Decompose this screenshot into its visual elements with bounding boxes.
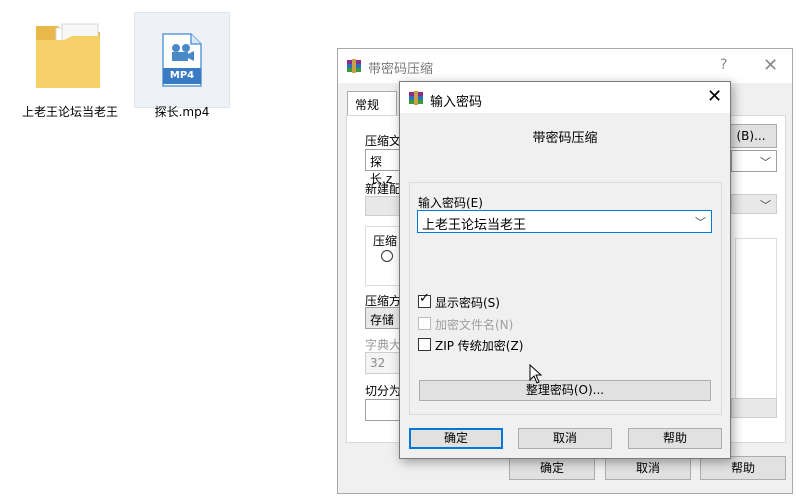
password-value: 上老王论坛当老王 bbox=[422, 218, 527, 233]
password-dialog-header: 带密码压缩 bbox=[532, 131, 598, 146]
help-icon[interactable]: ? bbox=[720, 57, 727, 73]
bottom-right-button[interactable] bbox=[731, 398, 777, 418]
close-icon[interactable]: ✕ bbox=[763, 55, 778, 76]
archive-dialog-titlebar[interactable]: 带密码压缩 ? ✕ bbox=[338, 49, 792, 83]
tab-general[interactable]: 常规 bbox=[347, 91, 397, 116]
split-label: 切分为 bbox=[365, 384, 402, 398]
checkbox-box bbox=[418, 317, 431, 330]
password-dialog-titlebar[interactable]: 输入密码 ✕ bbox=[400, 82, 730, 113]
new-profile-label: 新建配 bbox=[365, 182, 402, 196]
archive-name-label: 压缩文 bbox=[365, 134, 402, 148]
chevron-down-icon[interactable]: ﹀ bbox=[695, 214, 706, 230]
password-dialog: 输入密码 ✕ 带密码压缩 输入密码(E) 上老王论坛当老王 ﹀ ✓ 显示密码(S… bbox=[399, 81, 731, 459]
organize-passwords-button[interactable]: 整理密码(O)... bbox=[419, 380, 711, 401]
archive-cancel-button[interactable]: 取消 bbox=[605, 456, 691, 480]
close-icon[interactable]: ✕ bbox=[707, 86, 722, 107]
desktop-folder-item[interactable]: 上老王论坛当老王 bbox=[22, 14, 118, 120]
chevron-down-icon: ﹀ bbox=[760, 199, 771, 212]
file-label: 探长.mp4 bbox=[154, 105, 210, 119]
password-dialog-title: 输入密码 bbox=[430, 95, 483, 110]
encrypt-filenames-label: 加密文件名(N) bbox=[435, 318, 514, 332]
mouse-cursor-icon bbox=[529, 364, 543, 384]
winrar-icon bbox=[347, 59, 361, 73]
folder-label: 上老王论坛当老王 bbox=[22, 105, 119, 119]
zip-legacy-label: ZIP 传统加密(Z) bbox=[435, 339, 524, 353]
archive-ok-button[interactable]: 确定 bbox=[509, 456, 595, 480]
ok-button[interactable]: 确定 bbox=[409, 428, 503, 449]
archive-help-button[interactable]: 帮助 bbox=[700, 456, 786, 480]
help-button[interactable]: 帮助 bbox=[628, 428, 722, 449]
password-label: 输入密码(E) bbox=[418, 196, 483, 210]
cancel-button[interactable]: 取消 bbox=[518, 428, 612, 449]
show-password-label: 显示密码(S) bbox=[435, 296, 500, 310]
chevron-down-icon: ﹀ bbox=[760, 156, 771, 169]
dict-label: 字典大 bbox=[365, 338, 402, 352]
file-type-badge: MP4 bbox=[169, 70, 195, 81]
archive-name-combo[interactable]: ﹀ bbox=[731, 150, 777, 172]
browse-button[interactable]: (B)... bbox=[725, 124, 777, 148]
options-group bbox=[735, 238, 777, 408]
password-input[interactable]: 上老王论坛当老王 ﹀ bbox=[417, 210, 712, 233]
folder-icon bbox=[36, 23, 100, 88]
profile-combo-right[interactable]: ﹀ bbox=[731, 194, 777, 214]
format-radio[interactable] bbox=[381, 250, 393, 262]
format-label: 压缩 bbox=[373, 234, 398, 248]
archive-dialog-title: 带密码压缩 bbox=[368, 62, 434, 77]
checkbox-box bbox=[418, 338, 431, 351]
checkmark-icon: ✓ bbox=[419, 291, 430, 306]
desktop-file-item[interactable]: MP4 探长.mp4 bbox=[134, 32, 230, 120]
winrar-icon bbox=[409, 91, 423, 105]
